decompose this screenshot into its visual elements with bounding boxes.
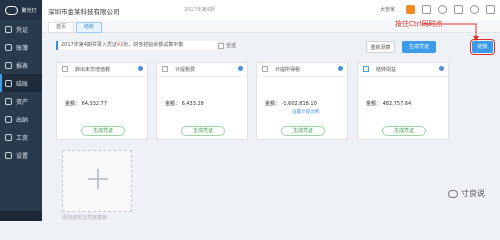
gear-icon[interactable]: [338, 66, 343, 71]
sidebar-item-label: 出纳: [16, 116, 29, 124]
card-header: 结转损益: [358, 63, 448, 77]
card-checkbox[interactable]: [162, 66, 168, 72]
card-title: 转出未交增值税: [75, 67, 111, 73]
tab-close-period[interactable]: 结账: [76, 22, 103, 33]
flag-icon[interactable]: [406, 5, 415, 14]
close-task-card: 计提所得税 金额： -1,602,818.10 设置计提比例 生成凭证: [256, 62, 348, 140]
plus-icon-bar: [88, 178, 108, 180]
period-selector[interactable]: 2017年第4期: [184, 6, 215, 13]
period-notice: 2017年第4期共录入凭证42张，财务初始余额试算平衡: [56, 41, 217, 50]
sidebar-item-voucher[interactable]: 凭证: [0, 20, 42, 38]
add-template-card[interactable]: [62, 150, 132, 212]
watermark: 寸良说: [448, 188, 485, 199]
card-header: 计提税费: [157, 63, 247, 77]
gear-icon[interactable]: [138, 66, 143, 71]
cashier-icon: [5, 115, 12, 123]
notification-bell-icon[interactable]: [438, 5, 447, 14]
card-checkbox[interactable]: [62, 66, 68, 72]
logo-text: 聚光灯: [21, 7, 37, 14]
close-period-icon: [5, 79, 12, 87]
settings-icon: [5, 151, 12, 159]
reports-icon: [5, 61, 12, 69]
sidebar-item-reports[interactable]: 报表: [0, 56, 42, 74]
card-amount: 金额： 64,332.77: [65, 101, 108, 107]
sidebar-collapse-bar[interactable]: [0, 211, 42, 221]
gear-icon[interactable]: [238, 66, 243, 71]
card-generate-button[interactable]: 生成凭证: [281, 126, 325, 136]
assets-icon: [5, 97, 12, 105]
voucher-icon: [5, 25, 12, 33]
logout-icon[interactable]: [486, 5, 495, 14]
card-checkbox[interactable]: [363, 66, 369, 72]
close-task-card: 计提税费 金额： 6,433.28 生成凭证: [156, 62, 248, 140]
gear-icon[interactable]: [439, 66, 444, 71]
company-name[interactable]: 深圳市金某科技有限公司: [48, 6, 120, 16]
sidebar: 聚光灯 凭证 账簿 报表 结账 资产 出纳 工资 设置: [0, 0, 42, 221]
annotation-arrow-icon: [422, 23, 479, 41]
set-accrual-ratio-link[interactable]: 设置计提比例: [292, 109, 319, 115]
recalculate-button[interactable]: 重新测算: [366, 41, 395, 53]
user-menu[interactable]: 大管家: [380, 6, 395, 13]
close-task-card: 转出未交增值税 金额： 64,332.77 生成凭证: [56, 62, 148, 140]
sidebar-item-close[interactable]: 结账: [0, 74, 42, 92]
help-icon[interactable]: [422, 5, 431, 14]
card-title: 结转损益: [376, 67, 397, 73]
sidebar-item-settings[interactable]: 设置: [0, 146, 42, 164]
card-header: 计提所得税: [257, 63, 347, 77]
card-title: 计提所得税: [275, 67, 301, 73]
card-amount: 金额： -1,602,818.10: [265, 101, 317, 107]
card-generate-button[interactable]: 生成凭证: [382, 126, 426, 136]
watermark-text: 寸良说: [461, 189, 485, 198]
card-amount: 金额： 6,433.28: [165, 101, 204, 107]
notice-suffix: 张，财务初始余额试算平衡: [123, 42, 184, 48]
close-task-card: 结转损益 金额： 482,757.64 生成凭证: [357, 62, 449, 140]
tab-home[interactable]: 首页: [48, 22, 75, 33]
card-header: 转出未交增值税: [57, 63, 147, 77]
cloud-logo-icon: [5, 5, 19, 15]
wechat-icon: [448, 189, 458, 198]
notice-prefix: 2017年第4期共录入凭证: [61, 42, 117, 48]
payroll-icon: [5, 133, 12, 141]
check-all-checkbox[interactable]: [218, 42, 224, 49]
ledger-icon: [5, 43, 12, 51]
app-logo: 聚光灯: [0, 0, 42, 20]
sidebar-item-label: 账簿: [16, 44, 29, 52]
topbar: 深圳市金某科技有限公司 2017年第4期 大管家: [42, 0, 500, 21]
sidebar-item-label: 结账: [16, 80, 29, 88]
message-icon[interactable]: [454, 5, 463, 14]
sidebar-item-assets[interactable]: 资产: [0, 92, 42, 110]
sidebar-item-label: 报表: [16, 62, 29, 70]
card-generate-button[interactable]: 生成凭证: [81, 126, 125, 136]
sidebar-item-label: 工资: [16, 134, 29, 142]
card-amount: 金额： 482,757.64: [366, 101, 412, 107]
sidebar-item-cashier[interactable]: 出纳: [0, 110, 42, 128]
sidebar-item-label: 资产: [16, 98, 29, 106]
card-title: 计提税费: [175, 67, 196, 73]
user-avatar-icon[interactable]: [470, 5, 479, 14]
check-all[interactable]: 全选: [218, 42, 236, 49]
card-checkbox[interactable]: [262, 66, 268, 72]
sidebar-item-ledger[interactable]: 账簿: [0, 38, 42, 56]
sidebar-item-label: 凭证: [16, 26, 29, 34]
card-generate-button[interactable]: 生成凭证: [181, 126, 225, 136]
sidebar-item-label: 设置: [16, 152, 29, 160]
check-all-label: 全选: [226, 43, 237, 49]
add-template-label: 添加自定义凭证模板: [62, 215, 108, 221]
sidebar-item-payroll[interactable]: 工资: [0, 128, 42, 146]
